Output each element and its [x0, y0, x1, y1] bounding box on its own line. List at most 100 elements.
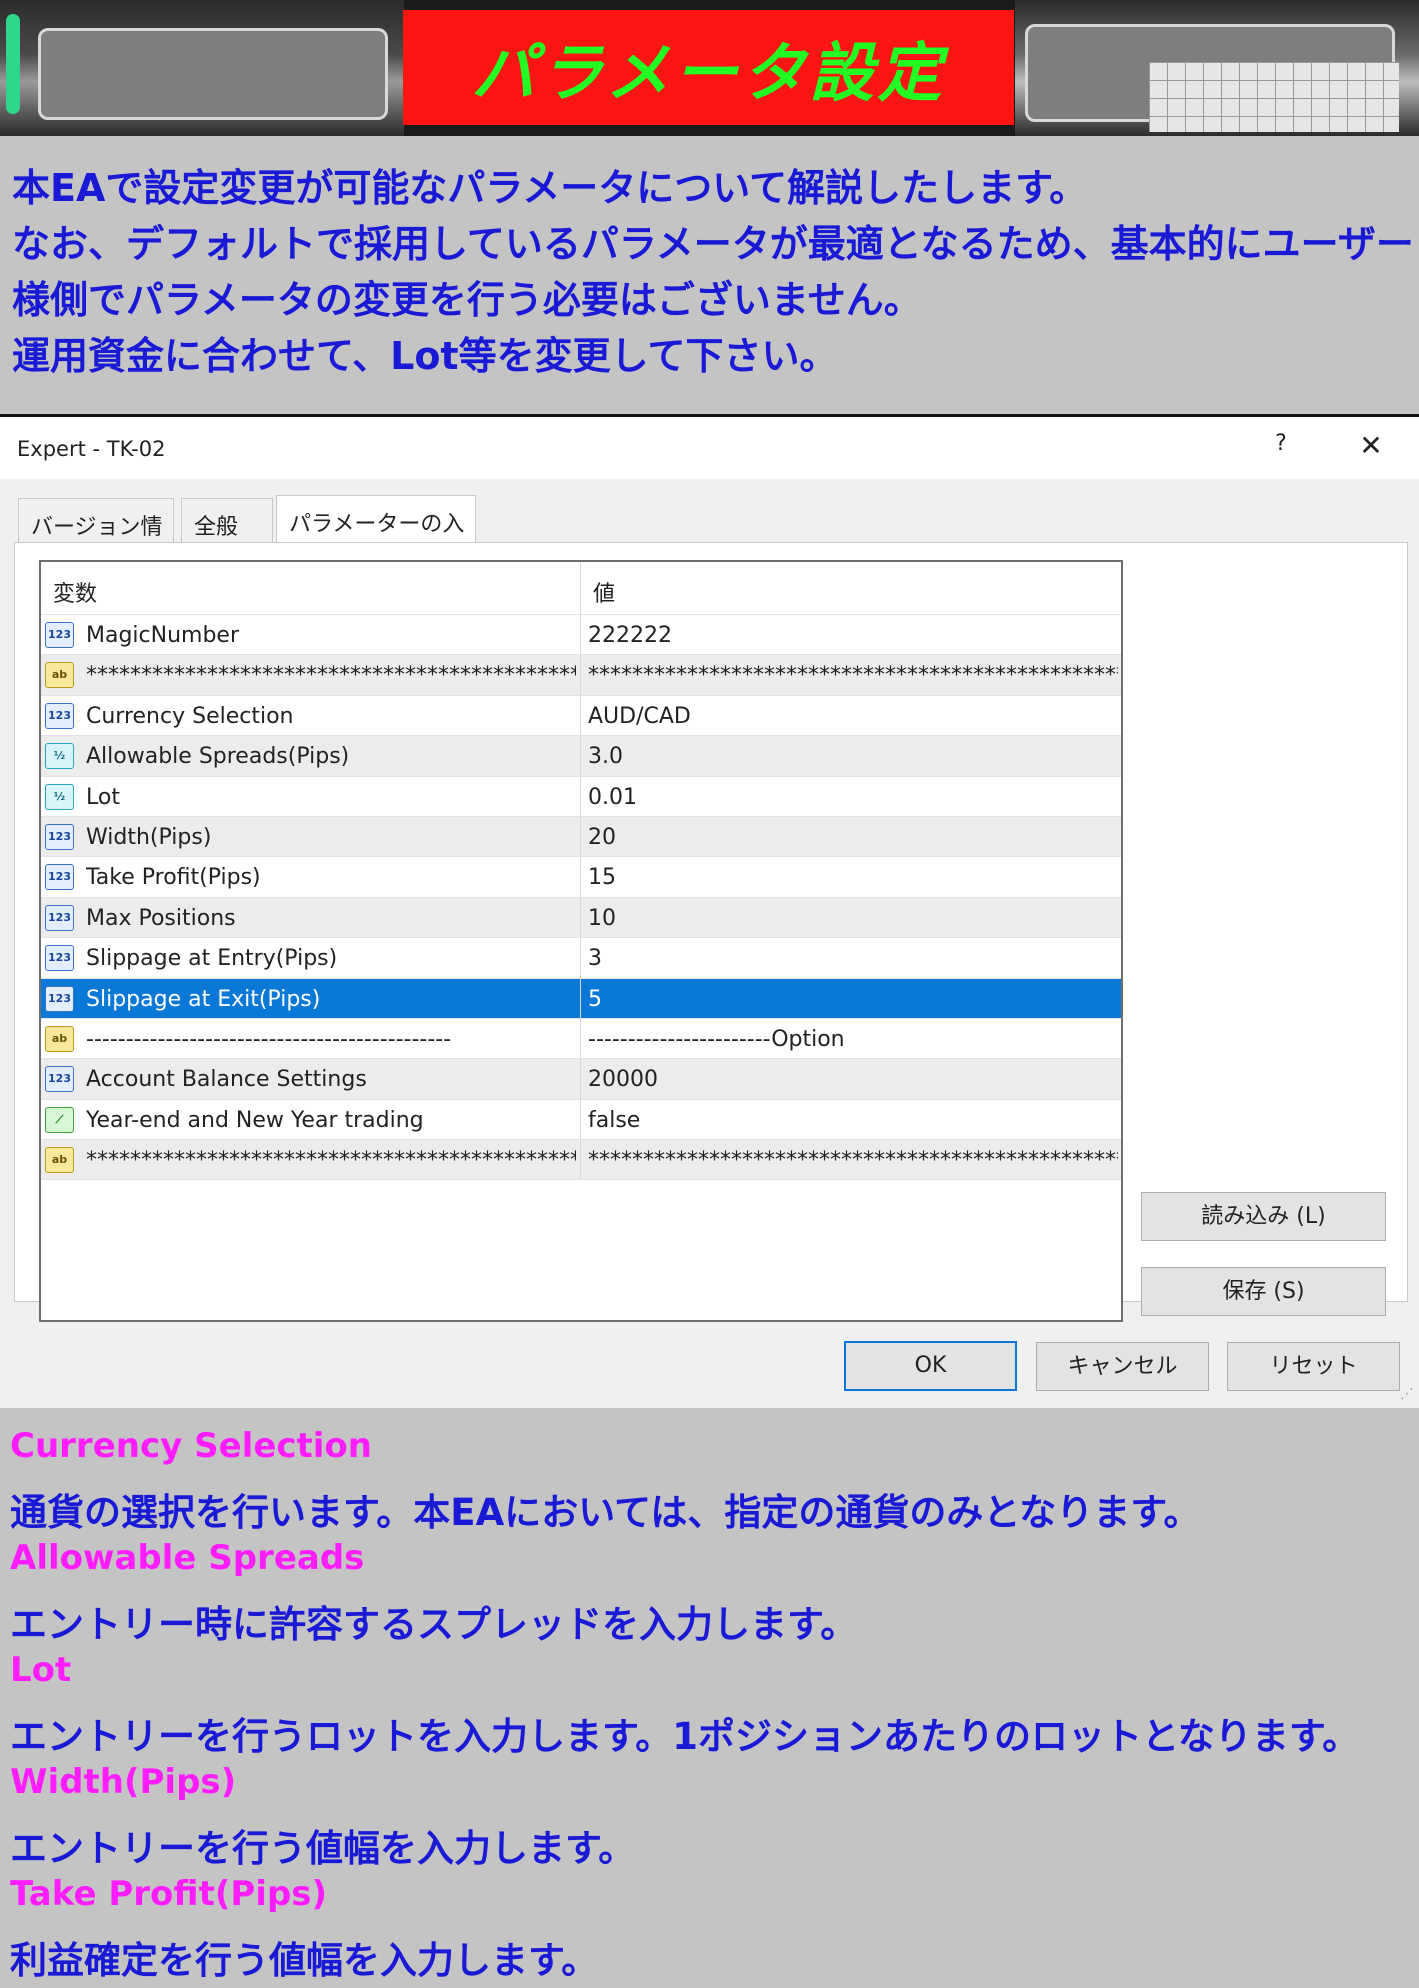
cell-divider: [580, 938, 581, 978]
integer-type-icon: 123: [45, 985, 74, 1012]
table-row[interactable]: ab **************************************…: [41, 655, 1121, 696]
cell-divider: [580, 978, 581, 1018]
variable-value[interactable]: ****************************************…: [588, 1148, 1118, 1173]
integer-type-icon: 123: [45, 864, 74, 891]
variable-name: ****************************************…: [86, 663, 576, 689]
table-row[interactable]: 123 Slippage at Entry(Pips) 3: [41, 938, 1121, 979]
description-body: エントリー時に許容するスプレッドを入力します。: [10, 1603, 858, 1646]
variable-value[interactable]: 3: [588, 946, 1118, 971]
parameter-descriptions: Currency Selection 通貨の選択を行います。本EAにおいては、指…: [0, 1408, 1419, 1988]
table-row[interactable]: 123 Currency Selection AUD/CAD: [41, 695, 1121, 737]
cell-divider: [580, 655, 581, 695]
load-button[interactable]: 読み込み (L): [1141, 1192, 1386, 1241]
variable-value[interactable]: 20: [588, 825, 1118, 850]
window-title: Expert - TK-02: [17, 437, 166, 461]
variable-value[interactable]: ****************************************…: [588, 663, 1118, 688]
table-row[interactable]: ab **************************************…: [41, 1140, 1121, 1181]
save-button[interactable]: 保存 (S): [1141, 1267, 1386, 1316]
table-header: 変数 値: [41, 562, 1121, 615]
integer-type-icon: 123: [45, 823, 74, 850]
cell-divider: [580, 1140, 581, 1180]
reset-button[interactable]: リセット: [1227, 1342, 1400, 1391]
variable-name: ****************************************…: [86, 1148, 576, 1174]
intro-line: 本EAで設定変更が可能なパラメータについて解説したします。: [12, 166, 1088, 210]
variable-name: Take Profit(Pips): [86, 865, 261, 891]
cell-divider: [580, 1059, 581, 1099]
ok-button[interactable]: OK: [844, 1341, 1017, 1391]
variable-name: Lot: [86, 784, 120, 810]
description-heading: Take Profit(Pips): [10, 1874, 328, 1914]
variable-name: Currency Selection: [86, 703, 294, 729]
description-heading: Width(Pips): [10, 1762, 237, 1802]
table-row[interactable]: ½ Lot 0.01: [41, 776, 1121, 817]
variable-value[interactable]: 3.0: [588, 744, 1118, 769]
decorative-bar: [6, 14, 20, 114]
description-heading: Lot: [10, 1650, 72, 1690]
variable-name: Account Balance Settings: [86, 1067, 367, 1093]
description-body: 通貨の選択を行います。本EAにおいては、指定の通貨のみとなります。: [10, 1491, 1201, 1534]
cell-divider: [580, 736, 581, 776]
title-bar: Expert - TK-02 ? ✕: [0, 417, 1419, 479]
variable-name: Slippage at Exit(Pips): [86, 986, 321, 1012]
variable-value[interactable]: 5: [588, 987, 1118, 1012]
variable-value[interactable]: false: [588, 1108, 1118, 1133]
decorative-grid: [1149, 62, 1399, 132]
tab-version-info[interactable]: バージョン情報: [18, 498, 174, 572]
string-type-icon: ab: [45, 1147, 74, 1174]
integer-type-icon: 123: [45, 622, 74, 648]
column-header-variable[interactable]: 変数: [53, 576, 97, 608]
variable-value[interactable]: 15: [588, 865, 1118, 890]
cell-divider: [580, 776, 581, 816]
help-button[interactable]: ?: [1266, 431, 1296, 465]
variable-name: Max Positions: [86, 905, 236, 931]
table-row[interactable]: 123 Width(Pips) 20: [41, 816, 1121, 858]
column-header-value[interactable]: 値: [593, 576, 615, 608]
integer-type-icon: 123: [45, 1066, 74, 1093]
description-body: エントリーを行うロットを入力します。1ポジションあたりのロットとなります。: [10, 1715, 1360, 1758]
table-row[interactable]: 123 Account Balance Settings 20000: [41, 1059, 1121, 1100]
cancel-button[interactable]: キャンセル: [1036, 1342, 1209, 1391]
variable-name: Allowable Spreads(Pips): [86, 744, 350, 770]
double-type-icon: ½: [45, 743, 74, 770]
table-row[interactable]: ½ Allowable Spreads(Pips) 3.0: [41, 736, 1121, 777]
table-row[interactable]: 123 Max Positions 10: [41, 897, 1121, 939]
variable-value[interactable]: 222222: [588, 623, 1118, 648]
header-banner: パラメータ設定: [0, 0, 1419, 136]
cell-divider: [580, 1099, 581, 1140]
integer-type-icon: 123: [45, 945, 74, 972]
description-heading: Currency Selection: [10, 1426, 372, 1466]
table-row-selected[interactable]: 123 Slippage at Exit(Pips) 5: [41, 978, 1121, 1019]
banner-image-left: [0, 0, 404, 136]
decorative-plate: [38, 28, 388, 120]
description-heading: Allowable Spreads: [10, 1538, 365, 1578]
close-icon[interactable]: ✕: [1356, 429, 1386, 463]
tab-parameters[interactable]: パラメーターの入力: [276, 495, 476, 569]
variable-name: ----------------------------------------…: [86, 1026, 452, 1052]
string-type-icon: ab: [45, 662, 74, 689]
cell-divider: [580, 816, 581, 857]
cell-divider: [580, 897, 581, 938]
double-type-icon: ½: [45, 783, 74, 810]
cell-divider: [580, 1018, 581, 1059]
description-body: エントリーを行う値幅を入力します。: [10, 1827, 636, 1870]
banner-title: パラメータ設定: [403, 10, 1014, 125]
resize-grip-icon[interactable]: ⋰: [1400, 1386, 1414, 1402]
column-divider[interactable]: [580, 562, 581, 615]
variable-name: Slippage at Entry(Pips): [86, 946, 338, 972]
table-row[interactable]: ab --------------------------------------…: [41, 1018, 1121, 1060]
variable-value[interactable]: 10: [588, 906, 1118, 931]
variable-value[interactable]: -----------------------Option: [588, 1027, 1118, 1052]
boolean-type-icon: ⟋: [45, 1106, 74, 1133]
table-row[interactable]: ⟋ Year-end and New Year trading false: [41, 1099, 1121, 1141]
table-row[interactable]: 123 Take Profit(Pips) 15: [41, 857, 1121, 898]
table-row[interactable]: 123 MagicNumber 222222: [41, 615, 1121, 656]
cell-divider: [580, 615, 581, 655]
parameter-table: 変数 値 123 MagicNumber 222222 ab ************…: [39, 560, 1123, 1322]
variable-value[interactable]: 0.01: [588, 785, 1118, 810]
variable-name: MagicNumber: [86, 623, 240, 648]
tab-general[interactable]: 全般: [181, 498, 273, 542]
variable-name: Year-end and New Year trading: [86, 1107, 424, 1133]
variable-value[interactable]: AUD/CAD: [588, 704, 1118, 729]
variable-value[interactable]: 20000: [588, 1067, 1118, 1092]
intro-line: 様側でパラメータの変更を行う必要はございません。: [12, 278, 922, 322]
